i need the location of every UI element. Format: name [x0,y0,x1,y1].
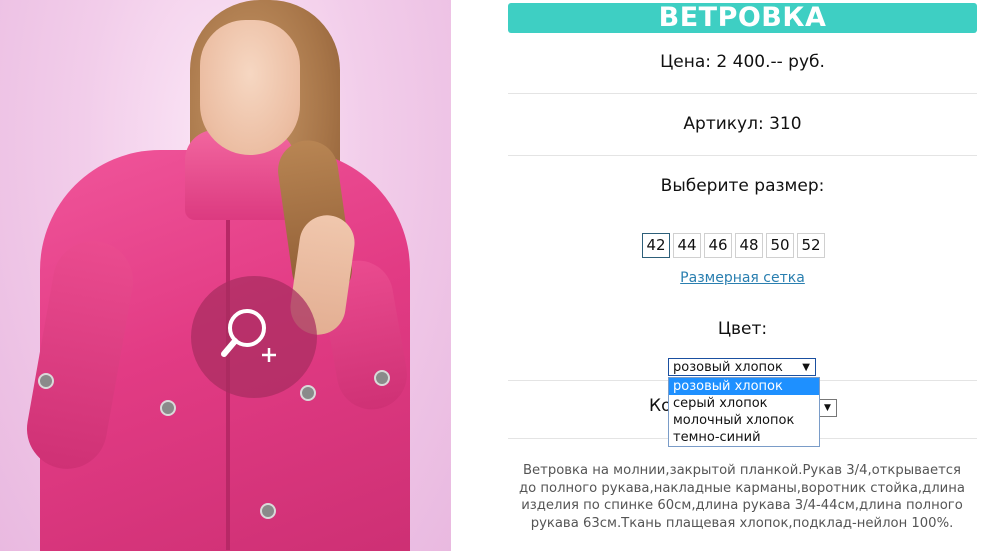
size-chart-link[interactable]: Размерная сетка [508,270,977,286]
size-selector: 42 44 46 48 50 52 [642,233,825,258]
choose-size-label: Выберите размер: [660,176,825,196]
zoom-in-icon [221,309,276,362]
chevron-down-icon: ▼ [824,403,831,413]
quantity-select[interactable]: ▼ [818,399,837,417]
color-label: Цвет: [717,319,768,339]
photo-button [38,373,54,389]
photo-button [300,385,316,401]
size-option[interactable]: 52 [797,233,825,258]
size-option[interactable]: 50 [766,233,794,258]
size-option[interactable]: 42 [642,233,670,258]
zoom-button[interactable] [191,276,317,398]
divider [508,93,977,94]
photo-button [260,503,276,519]
product-description: Ветровка на молнии,закрытой планкой.Рука… [519,463,965,531]
photo-face [200,20,300,155]
product-title: ВЕТРОВКА [508,3,977,33]
size-option[interactable]: 46 [704,233,732,258]
photo-button [374,370,390,386]
photo-button [160,400,176,416]
price-text: Цена: 2 400.-- руб. [660,52,825,72]
article-text: Артикул: 310 [683,114,802,134]
color-dropdown-list: розовый хлопок серый хлопок молочный хло… [668,377,820,447]
product-photo[interactable] [0,0,451,551]
size-option[interactable]: 44 [673,233,701,258]
color-select-value: розовый хлопок [673,360,783,375]
chevron-down-icon: ▼ [802,362,810,373]
color-option[interactable]: молочный хлопок [669,412,819,429]
divider [508,155,977,156]
color-option[interactable]: темно-синий [669,429,819,446]
color-option[interactable]: розовый хлопок [669,378,819,395]
size-option[interactable]: 48 [735,233,763,258]
color-option[interactable]: серый хлопок [669,395,819,412]
color-select[interactable]: розовый хлопок ▼ [668,358,816,376]
